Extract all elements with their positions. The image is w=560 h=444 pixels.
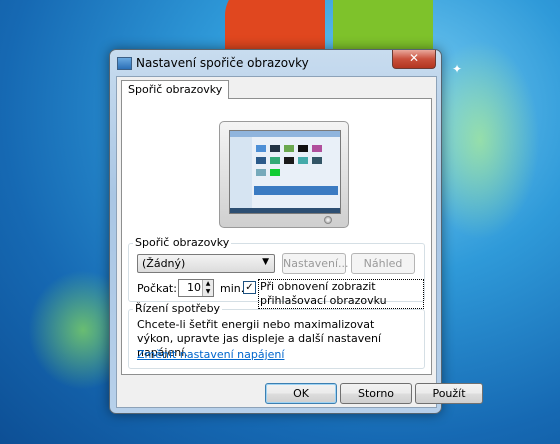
tab-screensaver[interactable]: Spořič obrazovky — [121, 80, 230, 99]
ok-button[interactable]: OK — [265, 383, 337, 404]
preview-thumb — [270, 157, 280, 164]
power-group: Řízení spotřeby Chcete-li šetřit energii… — [128, 302, 425, 369]
close-button[interactable]: ✕ — [392, 50, 436, 69]
preview-thumb — [298, 157, 308, 164]
preview-thumb — [256, 169, 266, 176]
apply-button[interactable]: Použít — [415, 383, 483, 404]
preview-thumb — [256, 157, 266, 164]
preview-thumb — [284, 157, 294, 164]
settings-button[interactable]: Nastavení... — [282, 253, 349, 274]
screensaver-group: Spořič obrazovky (Žádný) ▼ Nastavení... … — [128, 236, 425, 309]
preview-thumb — [298, 145, 308, 152]
preview-thumb — [270, 169, 280, 176]
wait-minutes-stepper[interactable]: 10 ▲ ▼ — [178, 279, 214, 297]
preview-band — [254, 186, 338, 195]
change-power-settings-link[interactable]: Změnit nastavení napájení — [137, 348, 284, 361]
wait-label: Počkat: — [137, 282, 177, 295]
resume-checkbox-label[interactable]: Při obnovení zobrazit přihlašovací obraz… — [258, 279, 424, 309]
screensaver-select-value: (Žádný) — [142, 257, 186, 270]
preview-taskbar — [230, 208, 340, 213]
preview-thumb — [270, 145, 280, 152]
monitor-preview — [219, 121, 349, 228]
window-title: Nastavení spořiče obrazovky — [136, 56, 309, 70]
power-group-label: Řízení spotřeby — [133, 302, 223, 315]
resume-checkbox[interactable]: ✓ — [243, 281, 256, 294]
wait-minutes-value: 10 — [187, 281, 201, 294]
spin-arrows-icon[interactable]: ▲ ▼ — [202, 280, 213, 296]
screensaver-group-label: Spořič obrazovky — [133, 236, 232, 249]
power-led-icon — [324, 216, 332, 224]
butterfly-icon: ✦ — [452, 62, 463, 76]
preview-thumb — [284, 145, 294, 152]
chevron-down-icon: ▼ — [262, 257, 269, 267]
screensaver-dialog: Nastavení spořiče obrazovky ✕ Spořič obr… — [109, 49, 483, 414]
tab-panel: Spořič obrazovky (Žádný) ▼ Nastavení... … — [121, 98, 432, 375]
preview-thumb — [312, 157, 322, 164]
preview-screen — [229, 130, 341, 214]
monitor-icon — [117, 57, 132, 70]
preview-thumb — [312, 145, 322, 152]
checkmark-icon: ✓ — [245, 282, 254, 293]
preview-sidebar — [230, 137, 252, 213]
minutes-label: min. — [220, 282, 245, 295]
title-bar[interactable]: Nastavení spořiče obrazovky ✕ — [110, 50, 441, 76]
preview-button[interactable]: Náhled — [351, 253, 415, 274]
cancel-button[interactable]: Storno — [340, 383, 412, 404]
dialog-client: Spořič obrazovky Spořič obrazovky (Žádný… — [116, 76, 483, 408]
screensaver-select[interactable]: (Žádný) ▼ — [137, 254, 275, 273]
preview-thumb — [256, 145, 266, 152]
